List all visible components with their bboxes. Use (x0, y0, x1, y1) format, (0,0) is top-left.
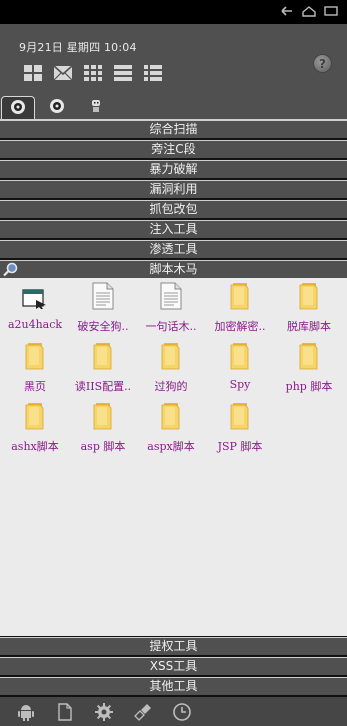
new-file-icon[interactable] (55, 702, 75, 722)
file-label: 加密解密.. (214, 320, 266, 333)
file-label: 读IIS配置.. (74, 380, 132, 393)
folder-icon (298, 342, 320, 374)
tab-disc-2[interactable] (40, 96, 74, 120)
file-item[interactable]: 加密解密.. (205, 282, 275, 334)
file-item[interactable]: 破安全狗.. (68, 282, 138, 334)
file-item[interactable]: asp 脚本 (68, 402, 138, 454)
folder-icon (92, 402, 114, 434)
file-item[interactable]: 黑页 (0, 342, 70, 394)
folder-icon (229, 342, 251, 374)
category-other-tools[interactable]: 其他工具 (0, 677, 347, 695)
android-icon[interactable] (16, 702, 36, 722)
recent-apps-icon[interactable] (323, 4, 339, 18)
folder-icon (229, 402, 251, 434)
tab-bar (0, 96, 347, 120)
folder-icon (24, 342, 46, 374)
file-label: asp 脚本 (80, 440, 126, 453)
help-button[interactable]: ? (313, 54, 332, 73)
disc-icon (10, 99, 26, 119)
file-item[interactable]: 过狗的 (136, 342, 206, 394)
robot-icon (89, 98, 103, 118)
file-label: JSP 脚本 (217, 440, 263, 453)
category-packet-capture[interactable]: 抓包改包 (0, 200, 347, 218)
category-comprehensive-scan[interactable]: 综合扫描 (0, 120, 347, 138)
tab-robot[interactable] (79, 96, 113, 120)
folder-icon (229, 282, 251, 314)
file-label: 破安全狗.. (77, 320, 129, 333)
file-label: aspx脚本 (147, 440, 195, 453)
file-item[interactable]: php 脚本 (274, 342, 344, 394)
grid-view-icon[interactable] (83, 64, 103, 82)
file-label: 脱库脚本 (287, 320, 331, 333)
disc-icon (49, 98, 65, 118)
bottom-toolbar (0, 697, 347, 726)
category-label: 脚本木马 (149, 262, 198, 276)
gear-icon[interactable] (94, 702, 114, 722)
category-c-segment[interactable]: 旁注C段 (0, 140, 347, 158)
file-item[interactable]: aspx脚本 (136, 402, 206, 454)
header: 9月21日 星期四 10:04 ? (0, 24, 347, 120)
file-item[interactable]: ashx脚本 (0, 402, 70, 454)
clock-icon[interactable] (172, 702, 192, 722)
file-item[interactable]: 一句话木.. (136, 282, 206, 334)
mail-icon[interactable] (53, 64, 73, 82)
file-item[interactable]: Spy (205, 342, 275, 391)
quick-actions (23, 64, 163, 82)
folder-icon (160, 342, 182, 374)
tab-disc-1[interactable] (1, 96, 35, 120)
file-label: 黑页 (24, 380, 46, 393)
file-label: 一句话木.. (145, 320, 197, 333)
category-privilege-escalation[interactable]: 提权工具 (0, 637, 347, 655)
back-icon[interactable] (279, 4, 295, 18)
status-bar (0, 0, 347, 24)
date-time: 9月21日 星期四 10:04 (19, 41, 137, 54)
file-grid: a2u4hack 破安全狗.. 一句话木.. 加密解密.. 脱库脚本 黑页 读I… (0, 278, 347, 636)
category-script-trojan[interactable]: 脚本木马 (0, 260, 347, 278)
category-exploit[interactable]: 漏洞利用 (0, 180, 347, 198)
file-label: 过狗的 (154, 380, 188, 393)
detail-list-icon[interactable] (143, 64, 163, 82)
file-item[interactable]: JSP 脚本 (205, 402, 275, 454)
file-label: php 脚本 (285, 380, 333, 393)
clean-brush-icon[interactable] (133, 702, 153, 722)
folder-icon (298, 282, 320, 314)
file-item[interactable]: 读IIS配置.. (68, 342, 138, 394)
document-icon (92, 282, 114, 314)
category-brute-force[interactable]: 暴力破解 (0, 160, 347, 178)
file-item[interactable]: a2u4hack (0, 284, 70, 331)
document-icon (160, 282, 182, 314)
file-label: Spy (229, 378, 251, 391)
app-window-icon (22, 288, 48, 314)
file-label: a2u4hack (7, 318, 63, 331)
folder-icon (24, 402, 46, 434)
home-icon[interactable] (301, 4, 317, 18)
folder-icon (92, 342, 114, 374)
category-xss-tools[interactable]: XSS工具 (0, 657, 347, 675)
windows-icon[interactable] (23, 64, 43, 82)
file-item[interactable]: 脱库脚本 (274, 282, 344, 334)
file-label: ashx脚本 (11, 440, 59, 453)
folder-icon (160, 402, 182, 434)
category-injection-tools[interactable]: 注入工具 (0, 220, 347, 238)
category-pentest-tools[interactable]: 渗透工具 (0, 240, 347, 258)
list-view-icon[interactable] (113, 64, 133, 82)
